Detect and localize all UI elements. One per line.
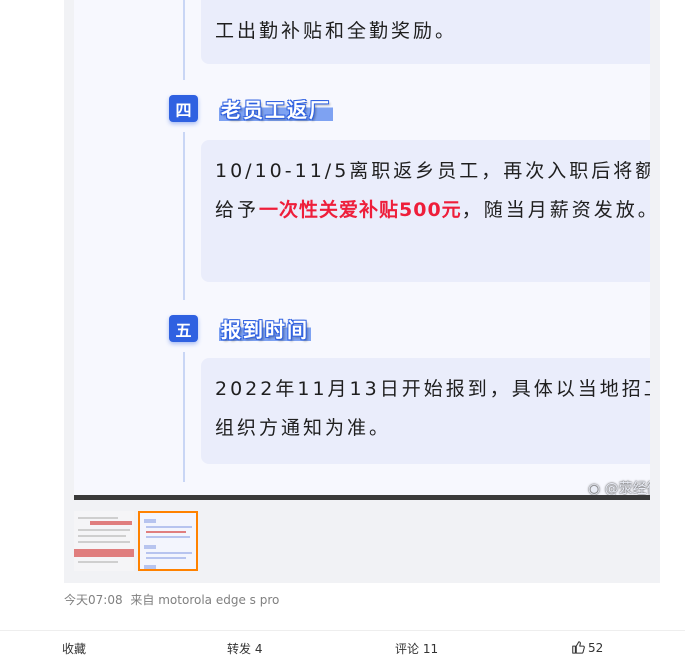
section-4-text-after: ，随当月薪资发放。 xyxy=(461,199,650,221)
thumb-text-line xyxy=(146,531,186,533)
section-5-text: 2022年11月13日开始报到，具体以当地招工组织方通知为准。 xyxy=(215,378,650,439)
post-image[interactable]: 工出勤补贴和全勤奖励。 四 老员工返厂 10/10-11/5离职返乡员工，再次入… xyxy=(74,0,650,500)
thumb-text-line xyxy=(144,519,156,523)
like-count: 52 xyxy=(588,641,604,655)
post-source: 来自 motorola edge s pro xyxy=(130,593,280,607)
thumb-text-line xyxy=(78,561,118,563)
thumbnail-1[interactable] xyxy=(74,511,134,571)
info-card-1: 工出勤补贴和全勤奖励。 xyxy=(201,0,650,64)
post-meta: 今天07:08 来自 motorola edge s pro xyxy=(64,591,279,608)
action-bar-divider xyxy=(0,630,685,631)
thumb-text-line xyxy=(78,529,130,531)
timeline-line xyxy=(183,132,185,300)
thumb-text-line xyxy=(78,535,126,537)
section-4-text: 10/10-11/5离职返乡员工，再次入职后将额外给予一次性关爱补贴500元，随… xyxy=(215,152,650,230)
thumb-text-line xyxy=(78,517,118,519)
thumb-text-line xyxy=(78,541,130,543)
section-5-number-badge: 五 xyxy=(169,315,198,342)
info-card-section-4: 10/10-11/5离职返乡员工，再次入职后将额外给予一次性关爱补贴500元，随… xyxy=(201,140,650,282)
info-card-1-text: 工出勤补贴和全勤奖励。 xyxy=(215,20,458,42)
thumbnail-2-selected[interactable] xyxy=(138,511,198,571)
thumb-text-line xyxy=(146,557,186,559)
thumb-text-line xyxy=(144,545,156,549)
thumb-text-line xyxy=(74,549,134,557)
thumb-text-line xyxy=(146,552,192,554)
thumbs-up-icon xyxy=(572,641,585,654)
timeline-line xyxy=(183,0,185,80)
comment-button[interactable]: 评论 11 xyxy=(395,640,438,657)
section-5-title: 报到时间 xyxy=(219,314,311,342)
favorite-button[interactable]: 收藏 xyxy=(62,640,86,657)
section-4-title: 老员工返厂 xyxy=(219,94,333,122)
timeline-line xyxy=(183,352,185,482)
section-4-highlight: 一次性关爱补贴500元 xyxy=(259,199,462,221)
section-4-number-badge: 四 xyxy=(169,95,198,122)
thumb-text-line xyxy=(90,521,132,525)
thumb-text-line xyxy=(146,536,190,538)
thumb-text-line xyxy=(144,565,156,569)
post-time[interactable]: 今天07:08 xyxy=(64,593,123,607)
like-button[interactable]: 52 xyxy=(571,640,603,655)
image-bottom-bar xyxy=(74,495,650,500)
repost-button[interactable]: 转发 4 xyxy=(227,640,262,657)
info-card-section-5: 2022年11月13日开始报到，具体以当地招工组织方通知为准。 xyxy=(201,358,650,464)
thumb-text-line xyxy=(146,526,192,528)
